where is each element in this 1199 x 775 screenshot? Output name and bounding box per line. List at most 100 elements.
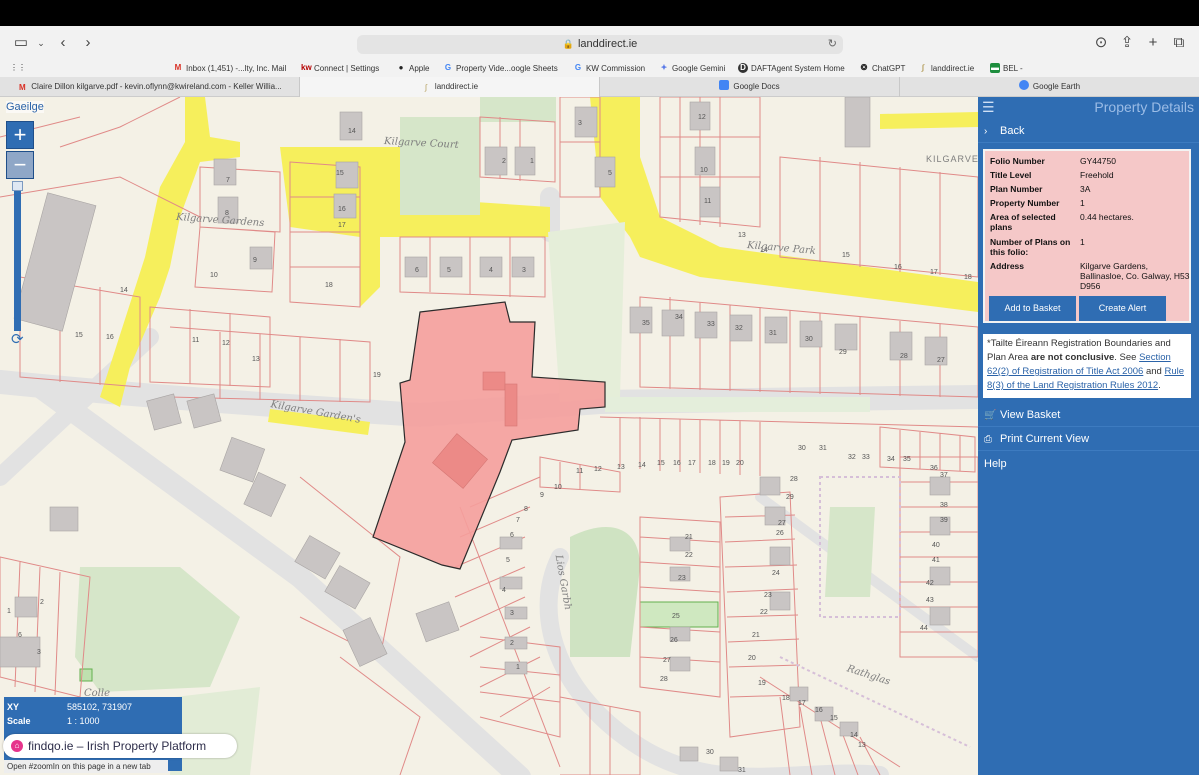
svg-text:20: 20 xyxy=(748,655,756,662)
language-link[interactable]: Gaeilge xyxy=(6,101,44,113)
landdirect-icon: ∫ xyxy=(424,83,428,92)
svg-text:31: 31 xyxy=(738,767,746,774)
back-link[interactable]: › Back xyxy=(978,119,1199,143)
zoom-slider[interactable] xyxy=(14,185,21,331)
zoom-slider-thumb[interactable] xyxy=(12,181,23,191)
screen-top-bar xyxy=(0,0,1199,26)
bookmark-apple[interactable]: ● Apple xyxy=(396,63,430,73)
svg-text:34: 34 xyxy=(675,314,683,321)
map-canvas[interactable]: 141516 17187 8109 2 15 31210 116 5 4 314 15… xyxy=(0,97,978,775)
svg-text:13: 13 xyxy=(617,464,625,471)
svg-text:3: 3 xyxy=(522,267,526,274)
svg-text:28: 28 xyxy=(790,476,798,483)
print-icon: ⎙ xyxy=(984,434,992,445)
tab-landdirect[interactable]: ∫ landdirect.ie xyxy=(300,77,600,97)
bookmark-label: Apple xyxy=(409,63,430,73)
tab-google-earth[interactable]: Google Earth xyxy=(900,77,1199,97)
zoom-out-button[interactable]: − xyxy=(6,151,34,179)
svg-text:30: 30 xyxy=(798,445,806,452)
findqo-label: findqo.ie – Irish Property Platform xyxy=(28,739,207,753)
svg-text:16: 16 xyxy=(106,334,114,341)
add-to-basket-button[interactable]: Add to Basket xyxy=(989,296,1076,321)
svg-text:28: 28 xyxy=(660,676,668,683)
bookmark-chatgpt[interactable]: ❂ ChatGPT xyxy=(859,63,906,73)
svg-text:20: 20 xyxy=(736,460,744,467)
disclaimer-text: . xyxy=(1158,380,1161,391)
panel-title: Property Details xyxy=(1094,99,1194,115)
help-label: Help xyxy=(984,458,1007,470)
locality-label: KILGARVE xyxy=(926,154,978,164)
zoom-in-button[interactable]: + xyxy=(6,121,34,149)
svg-text:31: 31 xyxy=(769,330,777,337)
svg-text:18: 18 xyxy=(708,460,716,467)
svg-text:3: 3 xyxy=(510,610,514,617)
bookmark-daft[interactable]: D DAFTAgent System Home xyxy=(738,63,845,73)
bookmark-bel[interactable]: ▬ BEL - xyxy=(990,63,1023,73)
detail-key: Folio Number xyxy=(990,156,1045,166)
print-view-link[interactable]: ⎙ Print Current View xyxy=(978,427,1199,451)
svg-text:12: 12 xyxy=(222,340,230,347)
refresh-icon[interactable]: ⟳ xyxy=(11,330,24,348)
detail-key: Area of selected plans xyxy=(990,212,1056,232)
svg-text:18: 18 xyxy=(325,282,333,289)
map-view[interactable]: 14 15 16 17 18 7 8 10 9 215 3 12 10 11 6 5 4 3 14 15… xyxy=(0,97,978,775)
bookmark-label: Connect | Settings xyxy=(314,63,380,73)
view-basket-link[interactable]: 🛒 View Basket xyxy=(978,403,1199,427)
detail-value: 1 xyxy=(1080,198,1085,208)
view-basket-label: View Basket xyxy=(1000,409,1061,421)
svg-text:16: 16 xyxy=(815,707,823,714)
bookmark-landdirect[interactable]: ∫ landdirect.ie xyxy=(918,63,974,73)
svg-text:1: 1 xyxy=(7,608,11,615)
back-label: Back xyxy=(1000,125,1025,137)
bookmark-kw-commission[interactable]: G KW Commission xyxy=(573,63,645,73)
svg-text:5: 5 xyxy=(506,557,510,564)
svg-text:4: 4 xyxy=(502,587,506,594)
bookmark-label: Inbox (1,451) -...lty, Inc. Mail xyxy=(186,63,287,73)
bookmark-property-video[interactable]: G Property Vide...oogle Sheets xyxy=(443,63,558,73)
tab-gmail[interactable]: M Claire Dillon kilgarve.pdf - kevin.ofly… xyxy=(0,77,300,97)
svg-text:28: 28 xyxy=(900,353,908,360)
svg-text:14: 14 xyxy=(120,287,128,294)
address-bar[interactable]: 🔒 landdirect.ie ↻ xyxy=(357,35,843,54)
svg-text:15: 15 xyxy=(657,460,665,467)
cart-icon: 🛒 xyxy=(984,410,997,421)
download-icon[interactable]: ⊙ xyxy=(1092,34,1110,52)
share-icon[interactable]: ⇪ xyxy=(1118,34,1136,52)
findqo-extension-badge[interactable]: ⌂ findqo.ie – Irish Property Platform xyxy=(3,734,237,758)
detail-key: Plan Number xyxy=(990,184,1043,194)
google-icon: G xyxy=(444,63,452,72)
help-link[interactable]: Help xyxy=(978,452,1199,476)
tab-google-docs[interactable]: Google Docs xyxy=(600,77,900,97)
svg-text:1: 1 xyxy=(516,664,520,671)
scale-label: Scale xyxy=(7,716,31,726)
reload-icon[interactable]: ↻ xyxy=(828,35,837,54)
tab-overview-icon[interactable]: ⧉ xyxy=(1170,34,1188,52)
detail-value: GY44750 xyxy=(1080,156,1116,166)
svg-text:19: 19 xyxy=(722,460,730,467)
new-tab-icon[interactable]: + xyxy=(1144,34,1162,52)
bookmark-gmail[interactable]: M Inbox (1,451) -...lty, Inc. Mail xyxy=(173,63,287,73)
svg-text:31: 31 xyxy=(819,445,827,452)
detail-value: 1 xyxy=(1080,237,1085,247)
google-icon: G xyxy=(574,63,582,72)
svg-text:25: 25 xyxy=(672,613,680,620)
link-status-bar: Open #zoomIn on this page in a new tab xyxy=(4,760,168,773)
create-alert-button[interactable]: Create Alert xyxy=(1079,296,1166,321)
apple-icon: ● xyxy=(398,63,404,72)
earth-icon xyxy=(1018,80,1029,90)
chevron-down-icon[interactable]: ⌄ xyxy=(32,34,50,52)
forward-arrow-icon[interactable]: › xyxy=(79,34,97,52)
svg-text:16: 16 xyxy=(338,206,346,213)
sidebar-toggle-icon[interactable]: ▭ xyxy=(12,34,30,52)
svg-text:4: 4 xyxy=(489,267,493,274)
detail-key: Number of Plans on this folio: xyxy=(990,237,1071,257)
bookmark-label: KW Commission xyxy=(586,63,646,73)
bookmarks-grid-icon[interactable]: ⋮⋮ xyxy=(10,63,26,72)
back-arrow-icon[interactable]: ‹ xyxy=(54,34,72,52)
svg-text:39: 39 xyxy=(940,517,948,524)
svg-text:15: 15 xyxy=(75,332,83,339)
bookmark-gemini[interactable]: ✦ Google Gemini xyxy=(659,63,726,73)
svg-text:14: 14 xyxy=(850,732,858,739)
bookmark-connect[interactable]: kw Connect | Settings xyxy=(301,63,379,73)
svg-text:2: 2 xyxy=(40,599,44,606)
